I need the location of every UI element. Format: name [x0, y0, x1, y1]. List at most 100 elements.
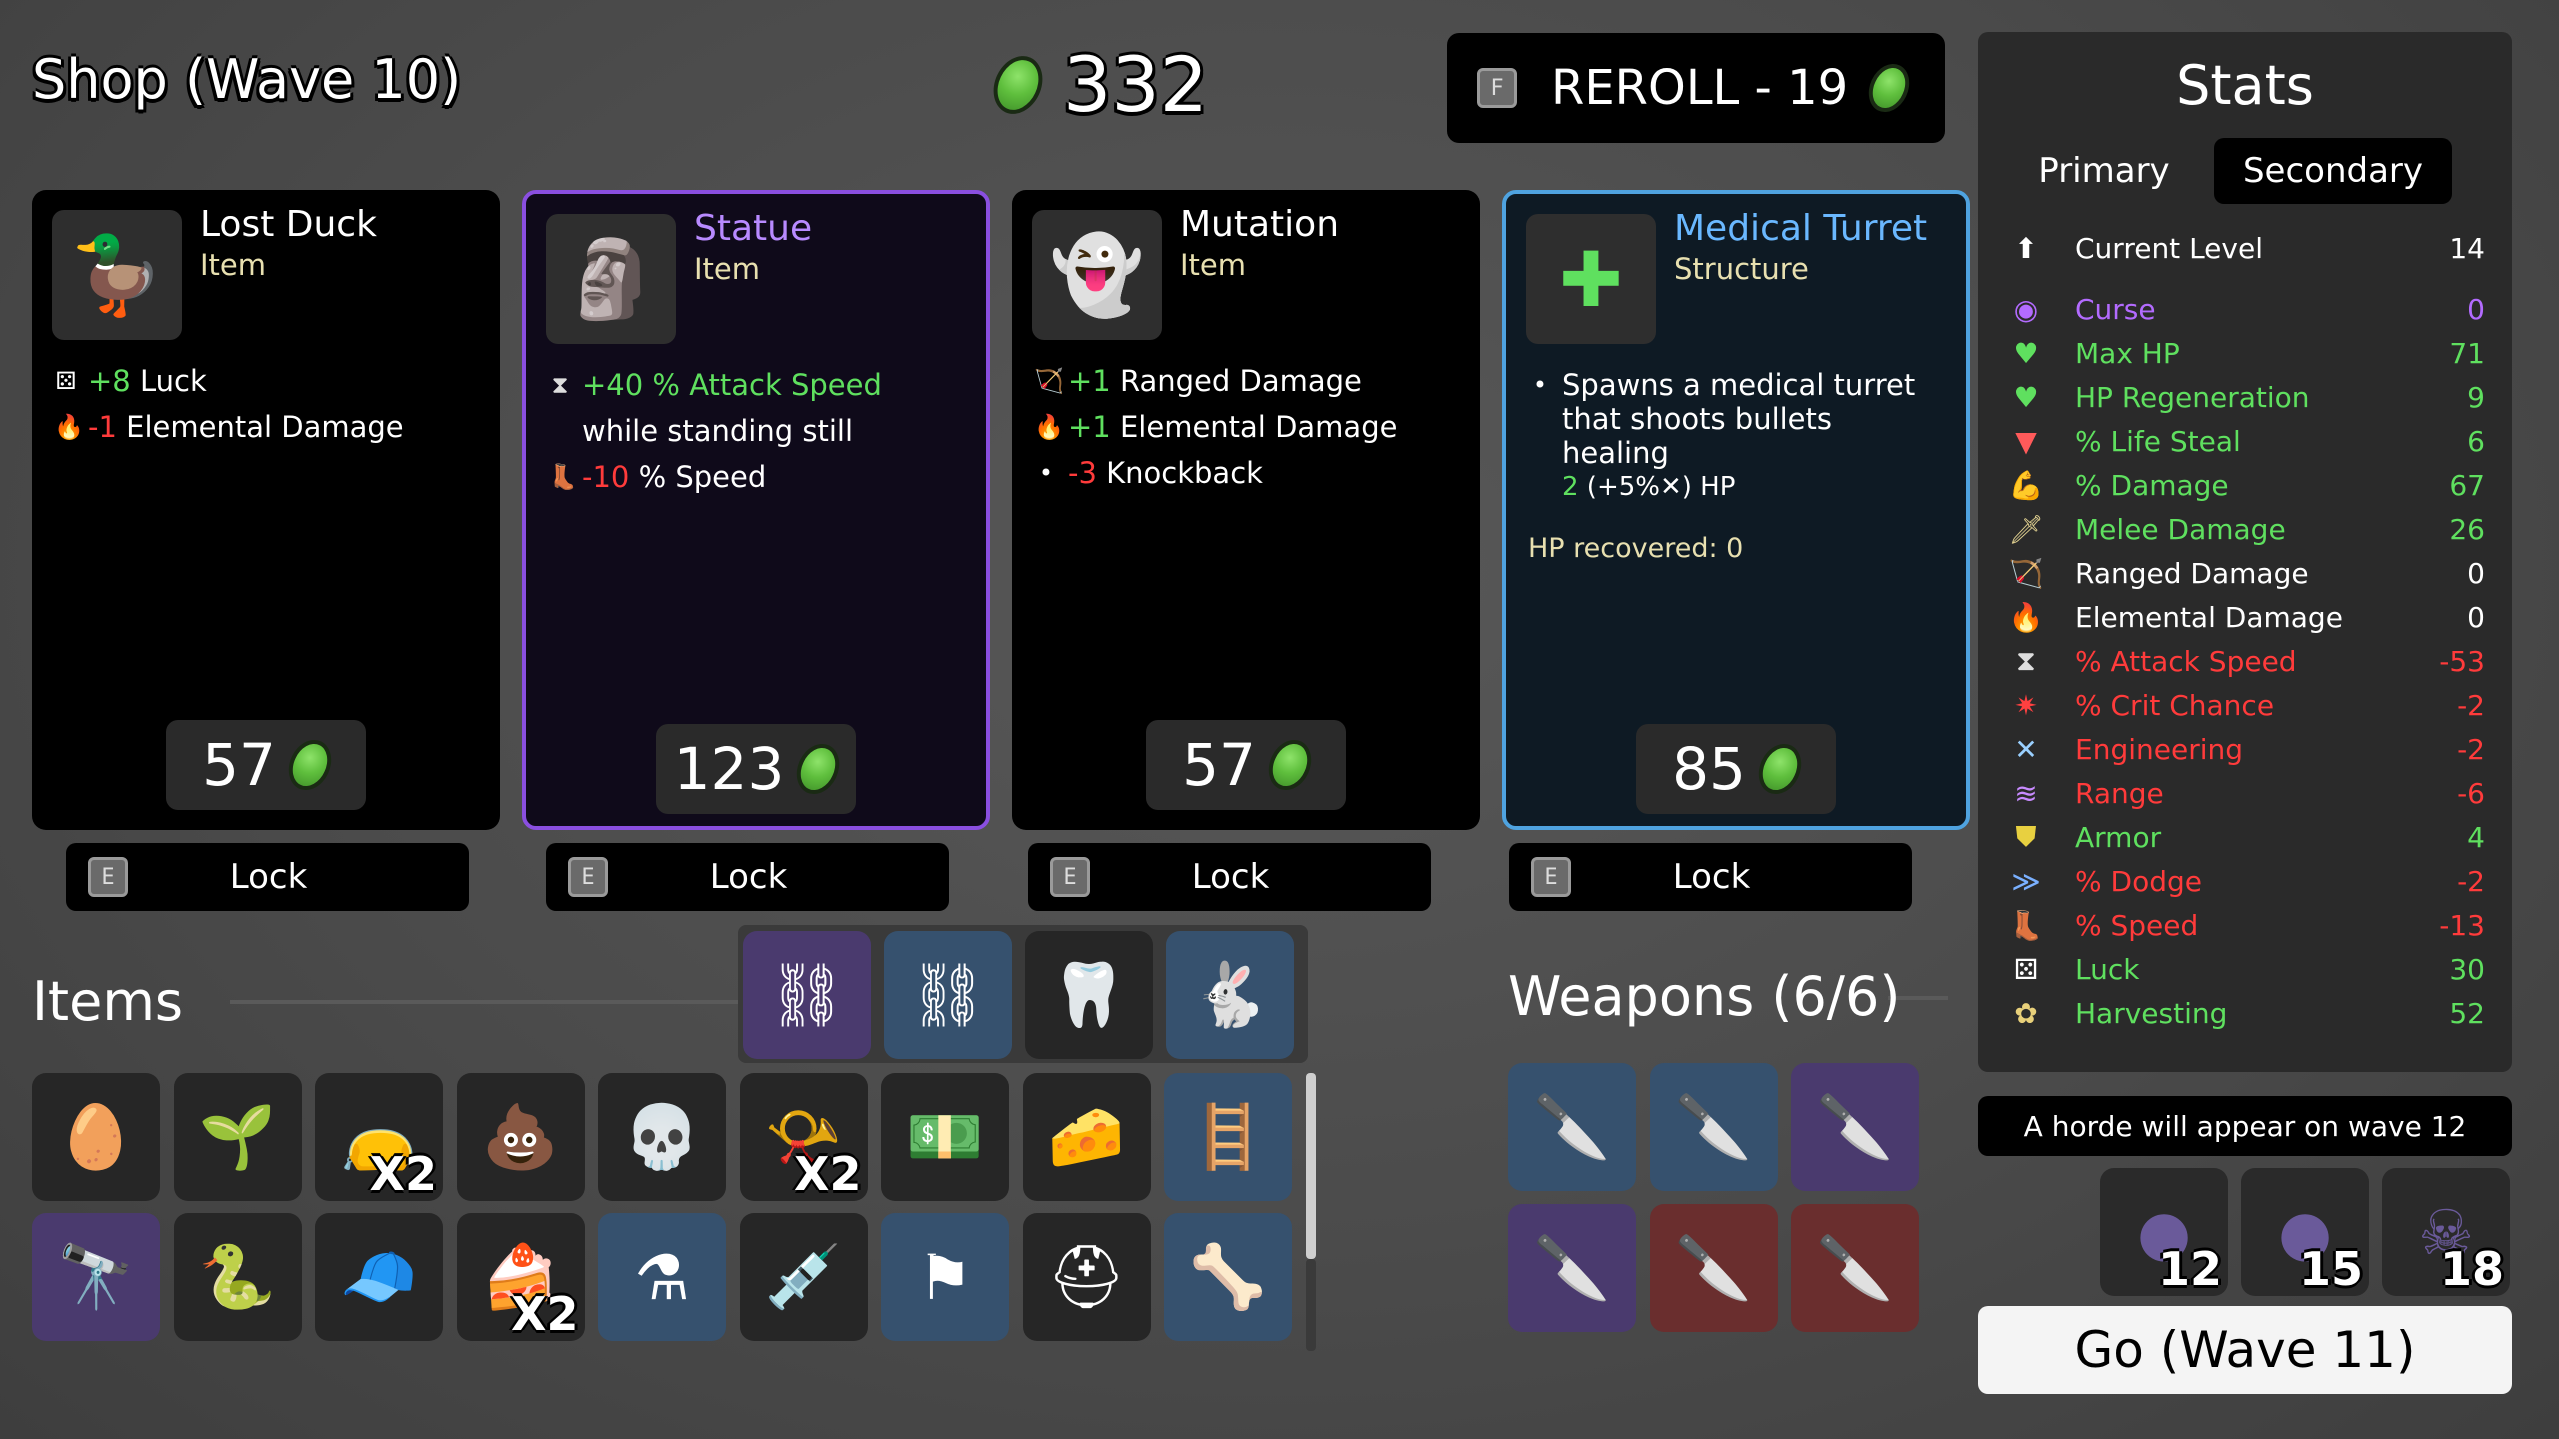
price-box[interactable]: 57	[166, 720, 366, 810]
item-slot[interactable]: ⛓	[884, 931, 1012, 1059]
item-slot[interactable]: 🌱	[173, 1073, 302, 1201]
stat-row[interactable]: 🗡 Melee Damage 26	[2005, 507, 2485, 551]
materials-counter: 332	[984, 40, 1209, 130]
stat-row[interactable]: ⬆ Current Level 14	[2005, 226, 2485, 270]
flag-icon: ⚑	[917, 1240, 973, 1314]
card-stats: ⚄ +8 Luck 🔥 -1 Elemental Damage	[54, 358, 480, 450]
stat-row[interactable]: ⧗ % Attack Speed -53	[2005, 639, 2485, 683]
stat-row[interactable]: ♥ Max HP 71	[2005, 331, 2485, 375]
reroll-button[interactable]: F REROLL - 19	[1447, 33, 1945, 143]
stat-row[interactable]: ✕ Engineering -2	[2005, 727, 2485, 771]
tab-secondary[interactable]: Secondary	[2214, 138, 2452, 204]
item-slot[interactable]: 🍰 X2	[456, 1213, 585, 1341]
card-kind: Item	[1180, 248, 1247, 282]
item-slot[interactable]: 🧢	[315, 1213, 443, 1341]
stat-row[interactable]: ⚄ Luck 30	[2005, 947, 2485, 991]
heart-icon: ♥	[2013, 336, 2039, 370]
stat-row[interactable]: ▼ % Life Steal 6	[2005, 419, 2485, 463]
stat-text: Ranged Damage	[1110, 364, 1362, 398]
price-value: 123	[673, 735, 785, 803]
stat-row[interactable]: ♥ HP Regeneration 9	[2005, 375, 2485, 419]
item-slot[interactable]: 🦷	[1025, 931, 1153, 1059]
stat-label: % Crit Chance	[2075, 688, 2275, 722]
stats-title: Stats	[2176, 54, 2314, 117]
weapon-slot[interactable]: 🔪	[1791, 1204, 1919, 1332]
item-slot[interactable]: ⚗	[598, 1213, 726, 1341]
shield-icon: ⛊	[2015, 820, 2037, 853]
stat-row[interactable]: 👢 % Speed -13	[2005, 903, 2485, 947]
shop-card[interactable]: 👻 Mutation Item 🏹 +1 Ranged Damage 🔥 +1 Elemen…	[1012, 190, 1480, 830]
stat-highlight: +40 % Attack Speed	[582, 368, 882, 402]
weapon-slot[interactable]: 🔪	[1508, 1063, 1636, 1191]
reroll-key-hint: F	[1477, 68, 1517, 108]
weapon-slot[interactable]: 🔪	[1508, 1204, 1636, 1332]
lock-button[interactable]: E Lock	[546, 843, 949, 911]
item-slot[interactable]: 🪜	[1164, 1073, 1292, 1201]
stat-row[interactable]: ✿ Harvesting 52	[2005, 991, 2485, 1035]
item-slot[interactable]: 👝 X2	[315, 1073, 443, 1201]
tab-primary[interactable]: Primary	[2004, 138, 2204, 204]
lock-button[interactable]: E Lock	[1028, 843, 1431, 911]
item-slot[interactable]: 💵	[881, 1073, 1009, 1201]
shop-card[interactable]: 🦆 Lost Duck Item ⚄ +8 Luck 🔥 -1 Elemental Dama…	[32, 190, 500, 830]
weapon-slot[interactable]: 🔪	[1649, 1204, 1778, 1332]
price-box[interactable]: 85	[1636, 724, 1836, 814]
material-icon	[789, 736, 848, 802]
item-slot[interactable]: 🦴	[1164, 1213, 1292, 1341]
lock-button[interactable]: E Lock	[1509, 843, 1912, 911]
card-stats: ⧗ +40 % Attack Speed while standing still…	[548, 362, 966, 500]
item-slot[interactable]: ⚑	[881, 1213, 1009, 1341]
medical-turret-icon: ✚	[1559, 234, 1623, 324]
card-stats: • Spawns a medical turret that shoots bull…	[1528, 362, 1946, 572]
stat-value: -2	[2457, 732, 2485, 766]
stat-row[interactable]: ✷ % Crit Chance -2	[2005, 683, 2485, 727]
lock-button[interactable]: E Lock	[66, 843, 469, 911]
weapons-title: Weapons (6/6)	[1508, 965, 1901, 1028]
card-stat-row: 🔥 -1 Elemental Damage	[54, 404, 480, 450]
stat-row[interactable]: 🏹 Ranged Damage 0	[2005, 551, 2485, 595]
go-button[interactable]: Go (Wave 11)	[1978, 1306, 2512, 1394]
stat-row[interactable]: ≫ % Dodge -2	[2005, 859, 2485, 903]
items-scrollbar[interactable]	[1306, 1073, 1316, 1259]
stat-text: Knockback	[1096, 456, 1263, 490]
weapon-slot[interactable]: 🔪	[1649, 1063, 1778, 1191]
item-slot[interactable]: 💀	[598, 1073, 726, 1201]
price-value: 85	[1672, 735, 1746, 803]
card-stat-text: -3 Knockback	[1068, 450, 1263, 496]
cheese-icon: 🧀	[1047, 1100, 1126, 1173]
item-slot[interactable]: ⛑	[1022, 1213, 1151, 1341]
item-slot[interactable]: 🐍	[173, 1213, 302, 1341]
flame-icon: 🔥	[2008, 600, 2044, 634]
stat-value: 9	[2467, 380, 2485, 414]
item-slot[interactable]: 🐇	[1166, 931, 1294, 1059]
stat-row[interactable]: ◉ Curse 0	[2005, 287, 2485, 331]
stat-text: while standing still	[582, 414, 854, 448]
stat-label: % Speed	[2075, 908, 2199, 942]
item-slot[interactable]: ⛓	[743, 931, 871, 1059]
stat-value: +1	[1068, 410, 1111, 444]
price-box[interactable]: 57	[1146, 720, 1346, 810]
item-slot[interactable]: 📯 X2	[739, 1073, 868, 1201]
stat-row[interactable]: 💪 % Damage 67	[2005, 463, 2485, 507]
boot-icon: 👢	[2008, 908, 2044, 942]
stat-row[interactable]: 🔥 Elemental Damage 0	[2005, 595, 2485, 639]
item-slot[interactable]: 🥚	[32, 1073, 160, 1201]
lock-label: Lock	[709, 857, 788, 897]
weapon-slot[interactable]: 🔪	[1791, 1063, 1919, 1191]
go-button-label: Go (Wave 11)	[2074, 1321, 2416, 1379]
price-box[interactable]: 123	[656, 724, 856, 814]
materials-value: 332	[1063, 40, 1209, 129]
stat-row[interactable]: ≋ Range -6	[2005, 771, 2485, 815]
item-slot[interactable]: 💩	[456, 1073, 585, 1201]
item-slot[interactable]: 🧀	[1022, 1073, 1151, 1201]
skull-icon: 💀	[623, 1100, 701, 1173]
cleaver-icon: 🔪	[1533, 1090, 1611, 1163]
item-slot[interactable]: 💉	[739, 1213, 868, 1341]
card-stat-text: +1 Ranged Damage	[1068, 358, 1362, 404]
shop-card[interactable]: 🗿 Statue Item ⧗ +40 % Attack Speed while sta…	[522, 190, 990, 830]
item-slot[interactable]: 🔭	[32, 1213, 160, 1341]
card-stat-row: • -3 Knockback	[1034, 450, 1460, 496]
stat-row[interactable]: ⛊ Armor 4	[2005, 815, 2485, 859]
card-stat-row: 🔥 +1 Elemental Damage	[1034, 404, 1460, 450]
shop-card[interactable]: ✚ Medical Turret Structure • Spawns a medica…	[1502, 190, 1970, 830]
